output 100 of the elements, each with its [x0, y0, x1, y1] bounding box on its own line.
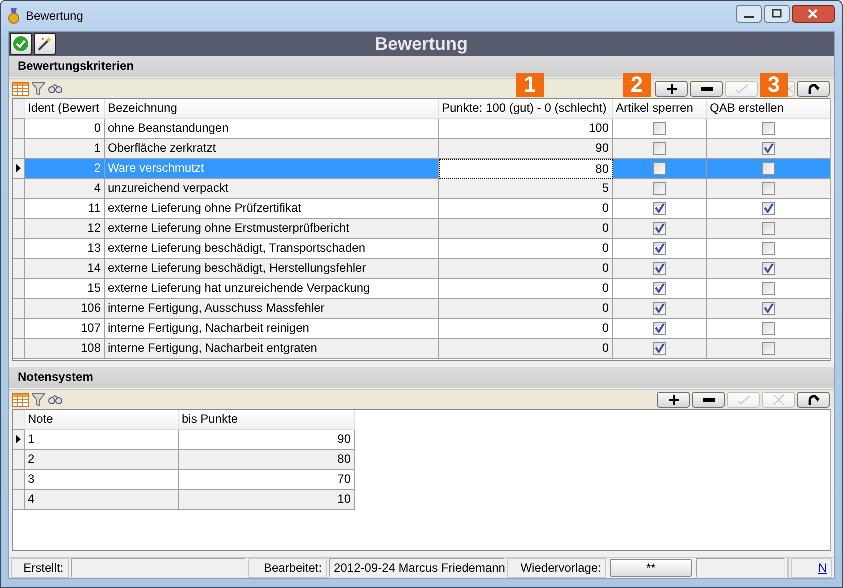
table-cell: 13 [25, 239, 105, 259]
column-header[interactable]: bis Punkte [179, 410, 355, 430]
add-button[interactable] [655, 80, 688, 96]
save-button[interactable] [10, 33, 32, 55]
row-header[interactable] [13, 159, 25, 179]
checkbox[interactable] [762, 322, 775, 335]
binoculars-icon[interactable] [48, 394, 63, 404]
checkbox[interactable] [653, 282, 666, 295]
page-title: Bewertung [374, 34, 469, 54]
table-cell: 106 [25, 299, 105, 319]
checkbox[interactable] [653, 182, 666, 195]
checkbox[interactable] [653, 202, 666, 215]
table-cell: 108 [25, 339, 105, 359]
table-cell: Ware verschmutzt [105, 159, 439, 179]
row-pointer-icon [16, 435, 21, 444]
table-cell: unzureichend verpackt [105, 179, 439, 199]
column-header[interactable]: Note [25, 410, 179, 430]
maximize-icon[interactable] [764, 5, 790, 23]
table-cell: 0 [439, 279, 613, 299]
checkbox[interactable] [653, 302, 666, 315]
checkbox[interactable] [653, 142, 666, 155]
filter-icon[interactable] [32, 392, 45, 406]
table-cell: 80 [439, 159, 613, 179]
corner-header [13, 99, 25, 119]
status-link[interactable]: N [791, 558, 832, 578]
table-cell: 90 [439, 139, 613, 159]
checkbox[interactable] [762, 302, 775, 315]
table-cell: 14 [25, 259, 105, 279]
checkbox[interactable] [762, 342, 775, 355]
column-header[interactable]: Ident (Bewert [25, 99, 105, 119]
grid-icon[interactable] [12, 392, 29, 406]
minus-icon [700, 86, 712, 90]
table-cell: externe Lieferung hat unzureichende Verpackung [105, 279, 439, 299]
table-cell: 5 [439, 179, 613, 199]
window-title: Bewertung [26, 9, 84, 23]
minimize-icon[interactable] [736, 5, 762, 23]
checkbox[interactable] [762, 122, 775, 135]
checkbox[interactable] [653, 322, 666, 335]
table-cell: 1 [25, 139, 105, 159]
corner-header [13, 410, 25, 430]
section-title: Bewertungskriterien [9, 56, 834, 77]
table-cell: 0 [439, 339, 613, 359]
table-cell: 4 [25, 490, 179, 510]
number-badge: 3 [760, 73, 788, 97]
table-cell: 2 [25, 159, 105, 179]
table-cell: 3 [25, 470, 179, 490]
cross-icon [772, 394, 784, 406]
remove-button[interactable] [692, 392, 725, 408]
table-cell: externe Lieferung beschädigt, Transportschaden [105, 239, 439, 259]
column-header[interactable]: Bezeichnung [105, 99, 439, 119]
table-cell: interne Fertigung, Nacharbeit reinigen [105, 319, 439, 339]
checkbox[interactable] [653, 262, 666, 275]
table-cell: 0 [439, 299, 613, 319]
table-cell: 0 [439, 319, 613, 339]
checkbox[interactable] [653, 162, 666, 175]
section-title: Notensystem [9, 367, 834, 388]
checkbox[interactable] [653, 122, 666, 135]
table-cell: 12 [25, 219, 105, 239]
checkbox[interactable] [762, 262, 775, 275]
medal-icon [8, 8, 20, 24]
table-cell: 4 [25, 179, 105, 199]
column-header[interactable]: Artikel sperren [613, 99, 707, 119]
checkmark-icon [736, 394, 750, 404]
checkbox[interactable] [762, 202, 775, 215]
refresh-icon [808, 82, 820, 94]
number-badge: 1 [516, 73, 544, 97]
table-cell: 80 [179, 450, 355, 470]
checkbox[interactable] [653, 222, 666, 235]
table-cell: 70 [179, 470, 355, 490]
table-cell: 0 [439, 239, 613, 259]
remove-button[interactable] [690, 80, 723, 96]
plus-icon [666, 84, 676, 94]
filter-icon[interactable] [32, 82, 45, 96]
checkbox[interactable] [762, 282, 775, 295]
add-button[interactable] [657, 392, 690, 408]
status-label: Wiedervorlage: [507, 558, 606, 578]
table-cell: Oberfläche zerkratzt [105, 139, 439, 159]
table-cell: 0 [439, 259, 613, 279]
grid-icon[interactable] [12, 82, 29, 96]
checkbox[interactable] [762, 142, 775, 155]
checkbox[interactable] [762, 162, 775, 175]
wizard-button[interactable] [34, 33, 56, 55]
table-cell: ohne Beanstandungen [105, 119, 439, 139]
checkbox[interactable] [762, 242, 775, 255]
follow-up-button[interactable]: ** [610, 559, 692, 577]
table-cell: externe Lieferung ohne Prüfzertifikat [105, 199, 439, 219]
table-cell: interne Fertigung, Nacharbeit entgraten [105, 339, 439, 359]
refresh-button[interactable] [797, 80, 830, 96]
column-header[interactable]: Punkte: 100 (gut) - 0 (schlecht) [439, 99, 613, 119]
checkbox[interactable] [762, 222, 775, 235]
row-header[interactable] [13, 430, 25, 450]
checkbox[interactable] [762, 182, 775, 195]
refresh-button[interactable] [797, 392, 830, 408]
binoculars-icon[interactable] [48, 84, 63, 94]
close-icon[interactable] [792, 5, 835, 23]
table-cell: 0 [25, 119, 105, 139]
table-cell: interne Fertigung, Ausschuss Massfehler [105, 299, 439, 319]
table-cell: externe Lieferung beschädigt, Herstellungsfehler [105, 259, 439, 279]
checkbox[interactable] [653, 242, 666, 255]
checkbox[interactable] [653, 342, 666, 355]
